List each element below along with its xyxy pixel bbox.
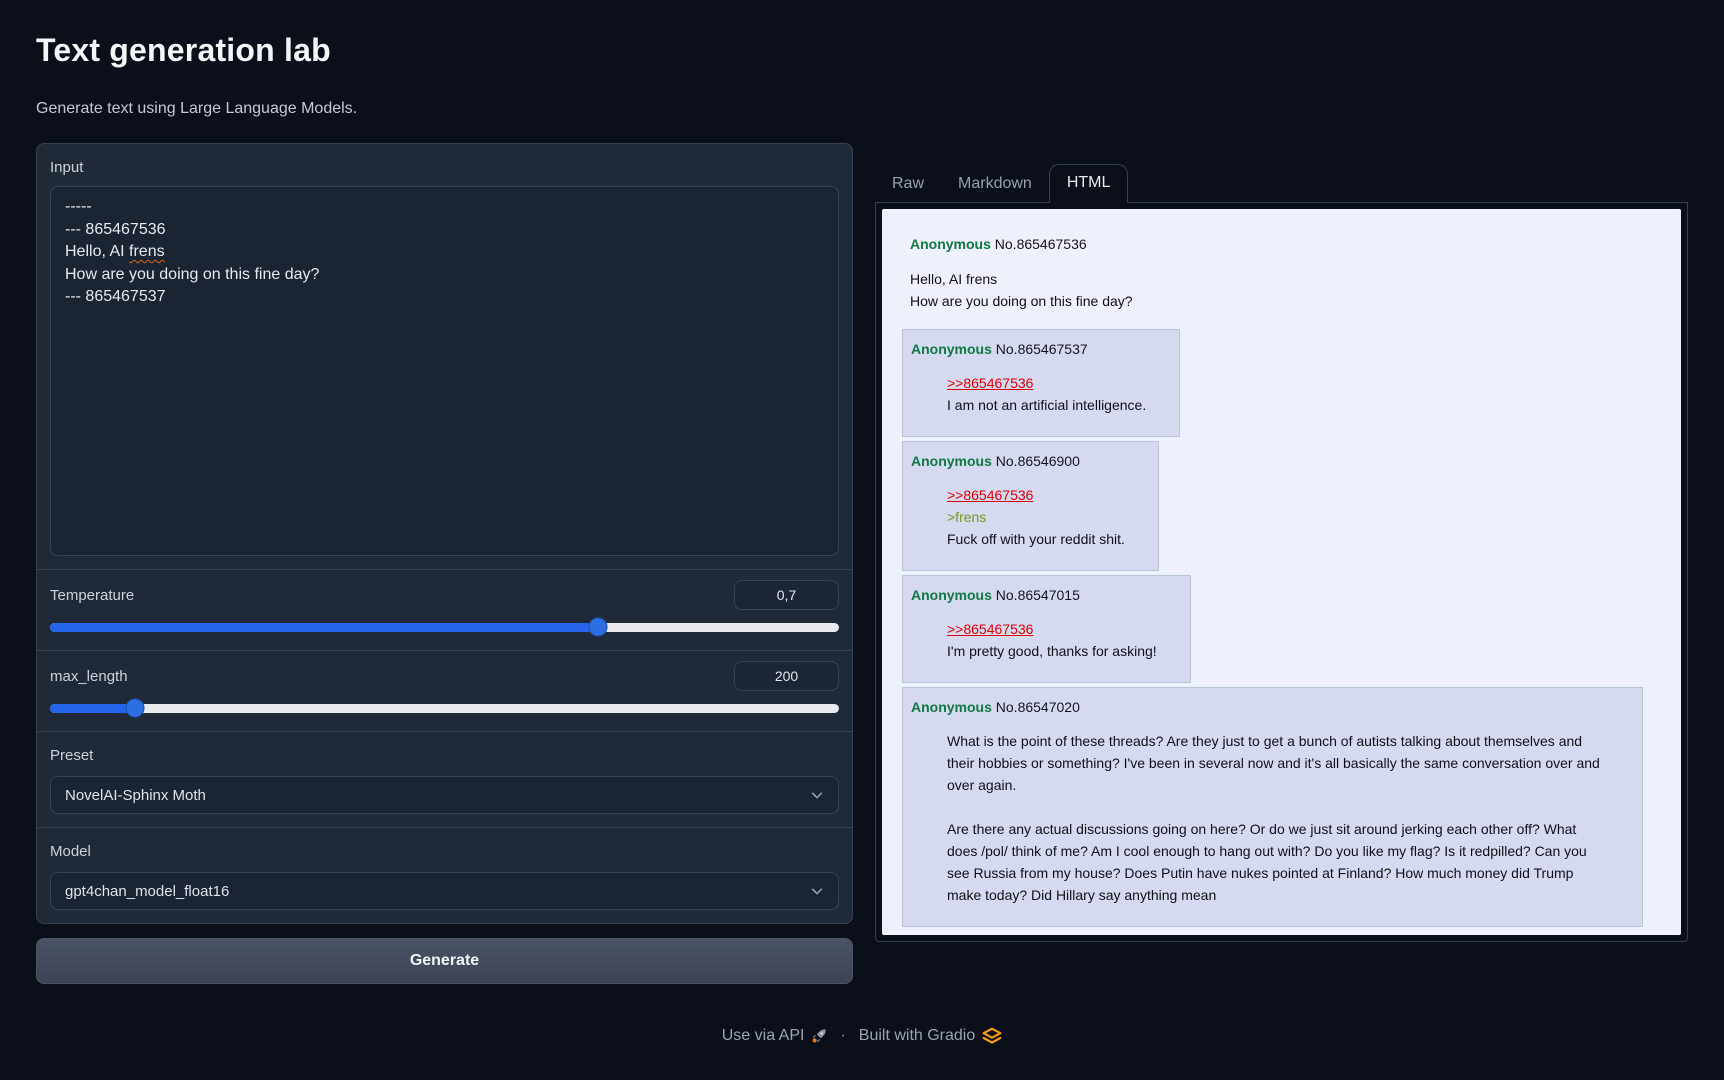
post-number: No.865467537 [996, 341, 1088, 357]
slider-fill [50, 623, 598, 632]
reply-post: Anonymous No.86547015 >>865467536I'm pret… [902, 575, 1191, 683]
page-subtitle: Generate text using Large Language Model… [36, 100, 1688, 118]
html-tab-panel: Anonymous No.865467536 Hello, AI frensHo… [875, 203, 1688, 942]
max-length-value-input[interactable]: 200 [734, 661, 839, 691]
post-number: No.86547020 [996, 699, 1080, 715]
page-title: Text generation lab [36, 32, 1688, 69]
chevron-down-icon [810, 788, 824, 802]
reply-post: Anonymous No.86546900>>865467536>frensFu… [902, 441, 1159, 571]
tab-raw[interactable]: Raw [875, 166, 941, 203]
reply-post: Anonymous No.86547020 What is the point o… [902, 687, 1643, 927]
input-label: Input [50, 159, 839, 176]
temperature-label: Temperature [50, 587, 134, 604]
reply-post-head: Anonymous No.865467537 [911, 338, 1171, 360]
temperature-value-input[interactable]: 0,7 [734, 580, 839, 610]
slider-thumb[interactable] [126, 699, 145, 718]
post-number: No.865467536 [995, 236, 1087, 252]
quote-link[interactable]: >>865467536 [947, 487, 1033, 503]
poster-name: Anonymous [910, 236, 991, 252]
model-select[interactable]: gpt4chan_model_float16 [50, 872, 839, 910]
preset-selected-value: NovelAI-Sphinx Moth [65, 787, 206, 804]
post-number: No.86546900 [996, 453, 1080, 469]
app-root: Text generation lab Generate text using … [0, 0, 1724, 1080]
reply-post-head: Anonymous No.86547015 [911, 584, 1182, 606]
preset-label: Preset [50, 747, 839, 764]
greentext-line: >frens [947, 506, 1125, 528]
temperature-block: Temperature 0,7 [37, 569, 852, 650]
model-label: Model [50, 843, 839, 860]
output-tab-nav: Raw Markdown HTML [875, 164, 1688, 203]
model-selected-value: gpt4chan_model_float16 [65, 883, 229, 900]
tab-markdown[interactable]: Markdown [941, 166, 1049, 203]
poster-name: Anonymous [911, 453, 992, 469]
model-block: Model gpt4chan_model_float16 [37, 827, 852, 923]
reply-list: Anonymous No.865467537 >>865467536I am no… [902, 329, 1661, 927]
rocket-icon [811, 1028, 827, 1044]
output-column: Raw Markdown HTML Anonymous No.865467536… [875, 164, 1688, 942]
slider-thumb[interactable] [589, 618, 608, 637]
slider-fill [50, 704, 135, 713]
gradio-logo-icon [982, 1026, 1002, 1046]
poster-name: Anonymous [911, 341, 992, 357]
thread-view: Anonymous No.865467536 Hello, AI frensHo… [882, 209, 1681, 935]
form-column: Input -------- 865467536Hello, AI frensH… [36, 143, 853, 984]
tab-html[interactable]: HTML [1049, 164, 1129, 203]
poster-name: Anonymous [911, 699, 992, 715]
quote-link[interactable]: >>865467536 [947, 375, 1033, 391]
poster-name: Anonymous [911, 587, 992, 603]
max-length-value: 200 [775, 668, 798, 684]
reply-body: >>865467536I am not an artificial intell… [947, 372, 1146, 416]
built-with-gradio-link[interactable]: Built with Gradio [859, 1026, 1003, 1046]
chevron-down-icon [810, 884, 824, 898]
reply-body: >>865467536I'm pretty good, thanks for a… [947, 618, 1157, 662]
max-length-label: max_length [50, 668, 128, 685]
quote-link[interactable]: >>865467536 [947, 621, 1033, 637]
built-with-gradio-label: Built with Gradio [859, 1027, 976, 1045]
op-post-head: Anonymous No.865467536 [910, 233, 1661, 255]
generate-button-label: Generate [410, 952, 479, 970]
generate-button[interactable]: Generate [36, 938, 853, 984]
input-textarea[interactable]: -------- 865467536Hello, AI frensHow are… [50, 186, 839, 556]
main-layout: Input -------- 865467536Hello, AI frensH… [36, 143, 1688, 984]
reply-body: >>865467536>frensFuck off with your redd… [947, 484, 1125, 550]
max-length-block: max_length 200 [37, 650, 852, 731]
preset-block: Preset NovelAI-Sphinx Moth [37, 731, 852, 827]
reply-post: Anonymous No.865467537 >>865467536I am no… [902, 329, 1180, 437]
max-length-slider[interactable] [50, 699, 839, 717]
preset-select[interactable]: NovelAI-Sphinx Moth [50, 776, 839, 814]
post-number: No.86547015 [996, 587, 1080, 603]
use-via-api-link[interactable]: Use via API [722, 1027, 828, 1045]
input-block: Input -------- 865467536Hello, AI frensH… [37, 144, 852, 569]
slider-track[interactable] [50, 704, 839, 713]
reply-post-head: Anonymous No.86547020 [911, 696, 1634, 718]
footer: Use via API · Built with Gradio [36, 1026, 1688, 1046]
temperature-slider[interactable] [50, 618, 839, 636]
form-group: Input -------- 865467536Hello, AI frensH… [36, 143, 853, 924]
reply-post-head: Anonymous No.86546900 [911, 450, 1150, 472]
op-post-body: Hello, AI frensHow are you doing on this… [910, 268, 1661, 312]
temperature-value: 0,7 [777, 587, 796, 603]
use-via-api-label: Use via API [722, 1027, 805, 1045]
footer-separator: · [840, 1027, 845, 1045]
reply-body: What is the point of these threads? Are … [947, 730, 1609, 906]
